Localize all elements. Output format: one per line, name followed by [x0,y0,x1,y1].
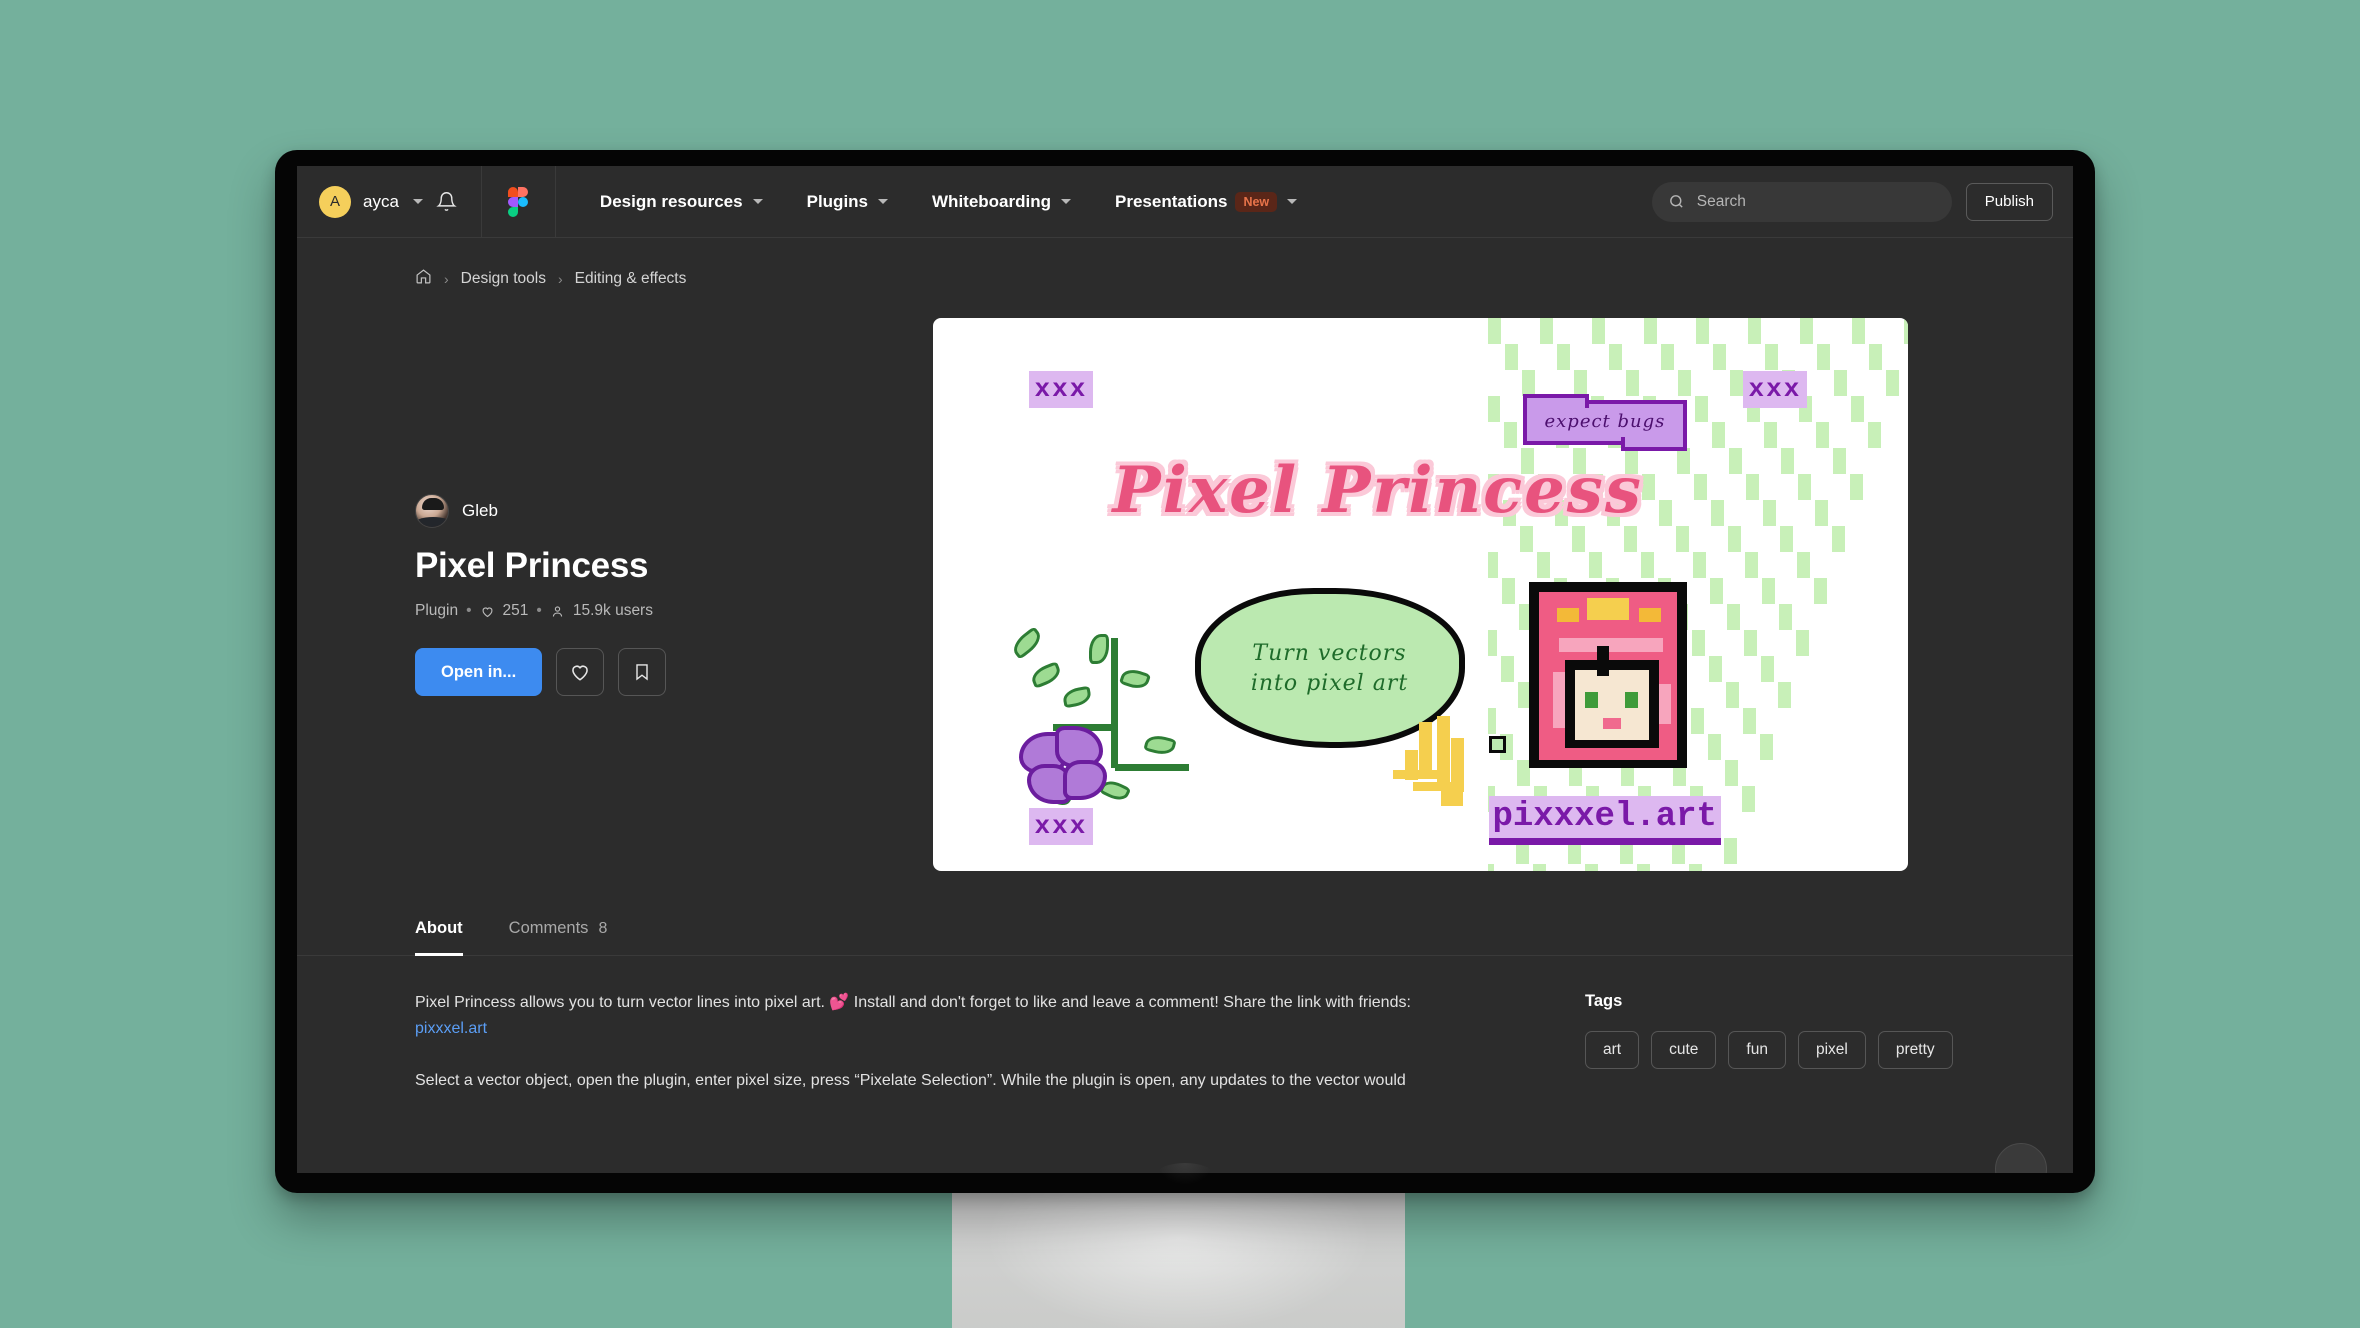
cover-art[interactable]: xxx xxx xxx expect bugs Pixel Princess T… [932,318,1908,871]
user-icon [552,605,562,617]
monitor-stand [952,1190,1405,1328]
page-title: Pixel Princess [415,546,649,585]
main-menu: Design resources Plugins Whiteboarding P… [578,184,1319,220]
chevron-down-icon [1287,199,1298,204]
heart-icon [572,665,589,681]
pixel-art-illustration: xxx xxx xxx expect bugs Pixel Princess T… [933,318,1908,871]
heart-emoji: 💕 [829,994,850,1011]
bubble-line-1: Turn vectors [1252,640,1407,666]
about-description: Pixel Princess allows you to turn vector… [415,990,1525,1120]
figma-logo-button[interactable] [482,166,556,237]
tab-comments[interactable]: Comments 8 [509,919,608,956]
cover-art-wrapper: xxx xxx xxx expect bugs Pixel Princess T… [885,318,1955,871]
top-navigation-bar: A ayca Design resources Plugins Whiteboa… [297,166,2073,238]
green-dot-decoration [1488,736,1506,753]
desc-text-before: Pixel Princess allows you to turn vector… [415,994,830,1011]
tab-bar: About Comments 8 [297,871,2073,956]
plugin-meta: Plugin • 251 • 15.9k users [415,602,885,620]
tag-cute[interactable]: cute [1651,1031,1717,1069]
meta-likes: 251 [502,602,529,619]
figma-logo-icon [508,186,529,217]
chevron-down-icon [878,199,889,204]
open-in-button[interactable]: Open in... [415,648,543,696]
new-badge: New [1235,191,1278,212]
tags-panel: Tags art cute fun pixel pretty [1585,990,1955,1120]
breadcrumb-separator: › [444,271,449,287]
tags-heading: Tags [1585,992,1623,1010]
search-input[interactable]: Search [1651,181,1952,222]
watermark-link: pixxxel.art [1488,796,1721,845]
meta-separator: • [536,602,542,619]
expect-bugs-sticker: expect bugs [1522,394,1688,451]
screen: A ayca Design resources Plugins Whiteboa… [297,166,2073,1173]
menu-item-design-resources[interactable]: Design resources [578,184,785,220]
tab-label: Comments [508,919,589,937]
bell-icon[interactable] [435,190,459,214]
search-icon [1669,195,1683,208]
description-paragraph-1: Pixel Princess allows you to turn vector… [415,990,1525,1042]
meta-type: Plugin [415,602,459,619]
user-name[interactable]: ayca [363,192,399,212]
desc-text-after: Install and don't forget to like and lea… [849,994,1411,1011]
hero-section: Gleb Pixel Princess Plugin • 251 • 15.9k… [297,290,2073,871]
menu-label: Presentations [1115,191,1228,211]
content-area: Pixel Princess allows you to turn vector… [297,956,2073,1120]
pixel-flower [993,626,1203,828]
bubble-line-2: into pixel art [1250,670,1409,696]
art-headline: Pixel Princess [1112,453,1643,528]
bookmark-icon [636,664,648,681]
menu-item-whiteboarding[interactable]: Whiteboarding [910,184,1093,220]
meta-users: 15.9k users [572,602,653,619]
menu-item-presentations[interactable]: Presentations New [1093,184,1319,220]
tab-label: About [415,919,463,937]
page-body: › Design tools › Editing & effects Gleb … [297,238,2073,1173]
xxx-mark-top-left: xxx [1028,371,1094,408]
like-button[interactable] [556,648,605,696]
breadcrumb-item-design-tools[interactable]: Design tools [461,270,546,288]
help-button[interactable] [1995,1143,2047,1173]
menu-label: Whiteboarding [932,191,1051,211]
tag-pixel[interactable]: pixel [1797,1031,1866,1069]
tag-art[interactable]: art [1585,1031,1640,1069]
tab-count: 8 [598,919,608,937]
menu-label: Plugins [806,191,869,211]
author-name[interactable]: Gleb [462,501,498,521]
user-zone: A ayca [297,166,482,237]
publish-button[interactable]: Publish [1965,182,2053,221]
search-placeholder: Search [1696,192,1746,210]
breadcrumb-separator: › [557,271,563,287]
pixxxel-link[interactable]: pixxxel.art [415,1020,487,1037]
meta-separator: • [466,602,472,619]
topbar-right: Search Publish [1651,166,2053,237]
breadcrumb: › Design tools › Editing & effects [297,238,2073,290]
sparkle-icon [1392,716,1479,808]
description-paragraph-2: Select a vector object, open the plugin,… [415,1071,1406,1089]
tag-pretty[interactable]: pretty [1877,1031,1953,1069]
home-icon[interactable] [415,268,432,290]
monitor-bezel: A ayca Design resources Plugins Whiteboa… [275,150,2095,1193]
chevron-down-icon [752,199,763,204]
tag-fun[interactable]: fun [1728,1031,1786,1069]
heart-icon [482,606,492,617]
avatar[interactable]: A [319,185,351,218]
chevron-down-icon [1061,199,1071,204]
menu-label: Design resources [599,191,743,211]
xxx-mark-top-right: xxx [1742,371,1808,408]
menu-item-plugins[interactable]: Plugins [785,184,910,220]
tab-about[interactable]: About [415,919,463,956]
tag-list: art cute fun pixel pretty [1585,1031,1955,1069]
action-buttons: Open in... [415,648,885,696]
breadcrumb-item-editing-effects[interactable]: Editing & effects [575,270,687,288]
plugin-details: Gleb Pixel Princess Plugin • 251 • 15.9k… [415,318,885,871]
chevron-down-icon[interactable] [412,199,423,204]
photo-scene: A ayca Design resources Plugins Whiteboa… [0,0,2360,1328]
author-avatar [415,494,449,528]
author-row[interactable]: Gleb [415,494,885,528]
pixel-princess-character [1523,576,1703,776]
save-button[interactable] [618,648,667,696]
